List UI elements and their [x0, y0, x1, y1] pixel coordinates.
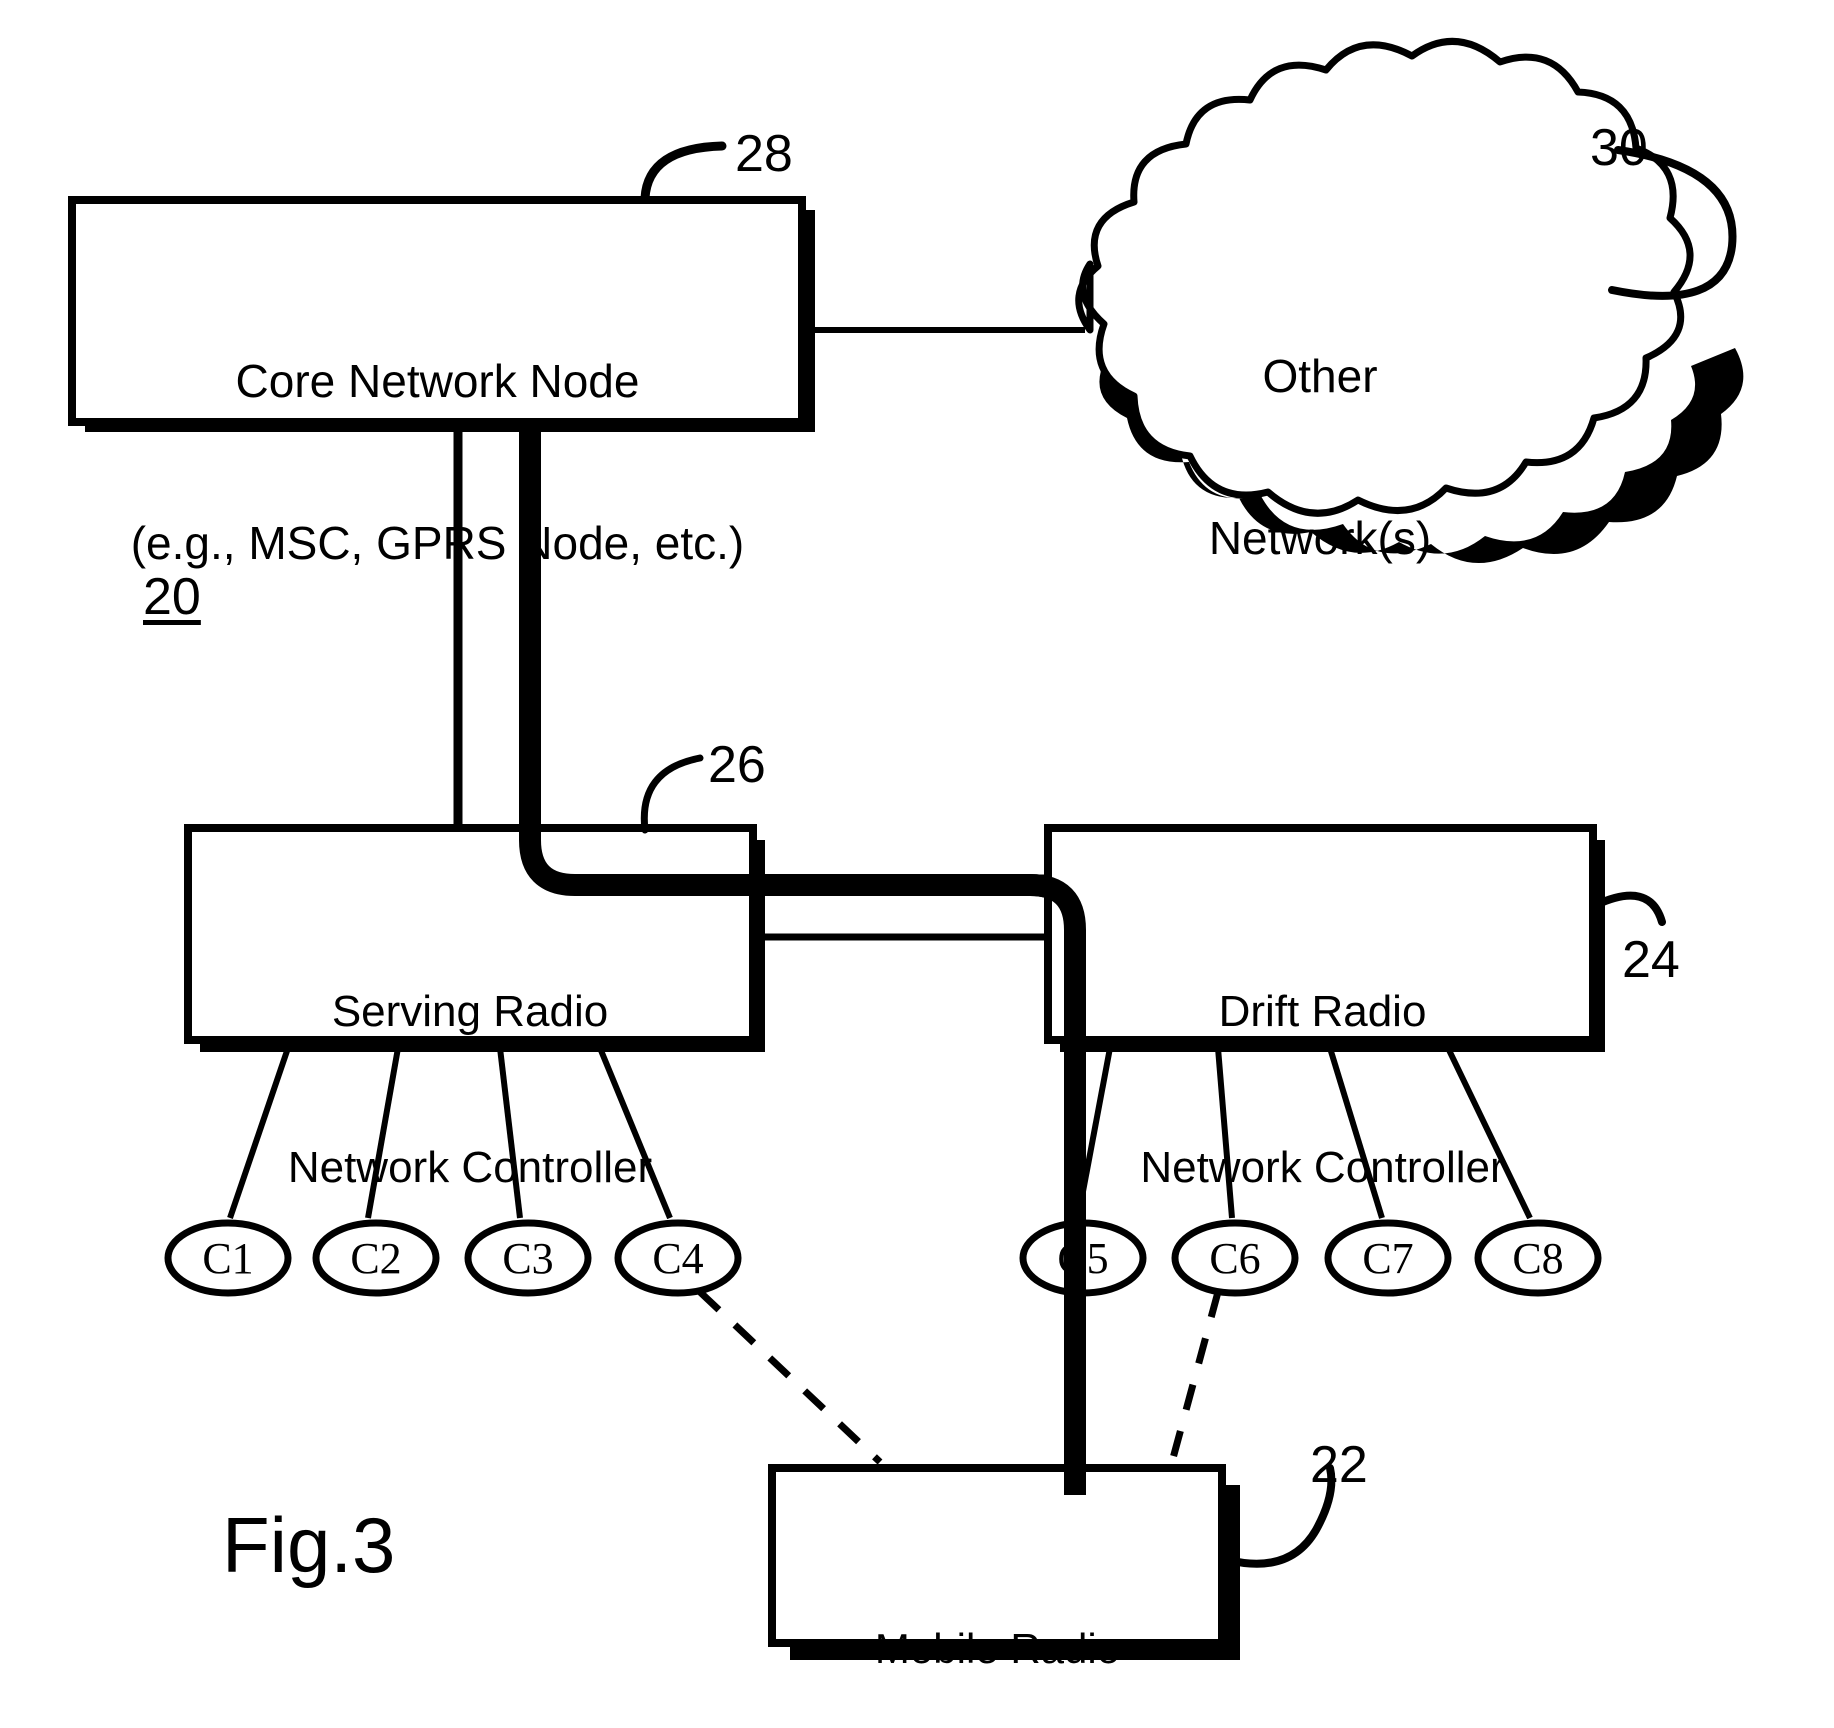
- ref-numeral-26: 26: [708, 736, 766, 794]
- ref-28-leader: [640, 141, 727, 203]
- other-networks-cloud-outline: [1075, 37, 1694, 517]
- figure-drawing-canvas: [68, 37, 1744, 1660]
- cell-label-c8: C8: [1512, 1234, 1564, 1283]
- ref-numeral-24: 24: [1622, 931, 1680, 989]
- ref-numeral-28: 28: [735, 125, 793, 183]
- cell-label-c2: C2: [350, 1234, 402, 1283]
- ref-numeral-22: 22: [1310, 1436, 1368, 1494]
- cell-label-c3: C3: [502, 1234, 554, 1283]
- cell-stem-c8: [1445, 1046, 1533, 1220]
- cell-stem-c7: [1327, 1047, 1385, 1219]
- ref-numeral-20: 20: [143, 568, 201, 626]
- serving-rnc-box[interactable]: [184, 824, 757, 1044]
- cell-label-c1: C1: [202, 1234, 254, 1283]
- cell-stem-c2: [365, 1047, 401, 1219]
- cell-stem-c6: [1215, 1047, 1235, 1219]
- drift-rnc-box[interactable]: [1044, 824, 1597, 1044]
- ref-numeral-30: 30: [1590, 119, 1648, 177]
- cell-stem-c3: [497, 1047, 523, 1219]
- patent-figure-3: Core Network Node (e.g., MSC, GPRS Node,…: [0, 0, 1834, 1728]
- mobile-radio-box[interactable]: [768, 1464, 1226, 1647]
- cell-label-c4: C4: [652, 1234, 704, 1283]
- cell-label-c6: C6: [1209, 1234, 1261, 1283]
- cell-stem-c4: [597, 1046, 673, 1220]
- radio-link-c4-to-mobile: [697, 1289, 883, 1465]
- figure-caption: Fig.3: [222, 1501, 396, 1589]
- radio-link-c6-to-mobile: [1168, 1291, 1222, 1463]
- ref-26-leader: [640, 754, 704, 834]
- core-network-node-box[interactable]: [68, 196, 806, 426]
- cell-label-c5: C5: [1057, 1234, 1109, 1283]
- cell-label-c7: C7: [1362, 1234, 1414, 1283]
- cell-stem-c1: [227, 1047, 291, 1219]
- ref-24-leader: [1592, 891, 1666, 926]
